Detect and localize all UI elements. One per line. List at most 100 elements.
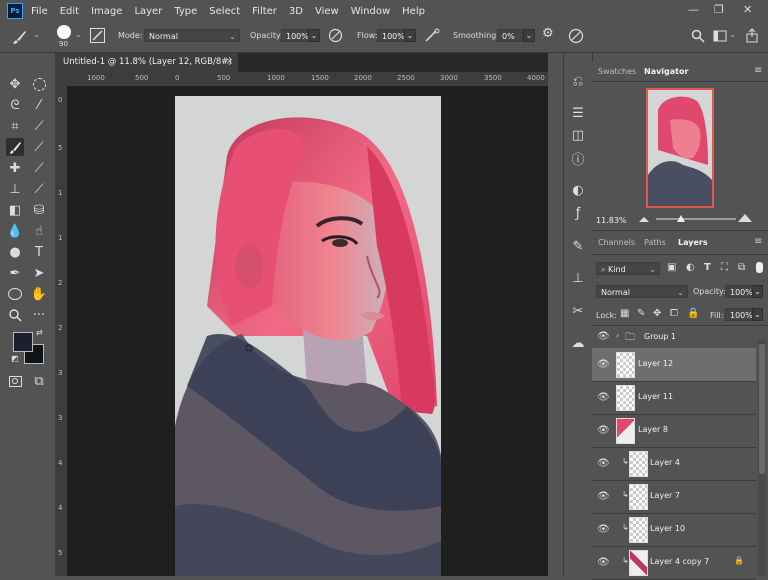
paint-bucket-tool-icon[interactable]: ⛁ bbox=[30, 201, 48, 219]
crop-tool-icon[interactable]: ⌗ bbox=[6, 117, 24, 135]
info-icon[interactable]: ⓘ bbox=[568, 148, 588, 168]
blur-tool-icon[interactable]: 💧 bbox=[6, 222, 24, 240]
menu-filter[interactable]: Filter bbox=[252, 6, 277, 17]
visibility-eye-icon[interactable]: 👁 bbox=[597, 359, 610, 370]
properties-panel-icon[interactable]: ◫ bbox=[568, 125, 588, 145]
flow-input[interactable]: 100% bbox=[377, 29, 405, 42]
pressure-size-icon[interactable] bbox=[568, 28, 584, 44]
portrait-artwork[interactable] bbox=[67, 86, 548, 576]
tab-paths[interactable]: Paths bbox=[644, 238, 666, 247]
zoom-slider-thumb[interactable] bbox=[677, 215, 685, 223]
eraser-tool-icon[interactable]: ◧ bbox=[6, 201, 24, 219]
screen-mode-icon[interactable]: ⧉ bbox=[30, 372, 48, 390]
menu-type[interactable]: Type bbox=[174, 6, 197, 17]
zoom-slider[interactable] bbox=[656, 218, 736, 220]
layer-opacity-input[interactable]: 100% bbox=[725, 285, 753, 298]
chevron-down-icon[interactable]: ⌄ bbox=[33, 30, 40, 39]
lock-all-icon[interactable]: 🔒 bbox=[687, 308, 699, 319]
canvas-viewport[interactable] bbox=[67, 86, 548, 576]
dodge-tool-icon[interactable]: ● bbox=[6, 243, 24, 261]
visibility-eye-icon[interactable]: 👁 bbox=[597, 392, 610, 403]
quick-mask-icon[interactable] bbox=[6, 372, 24, 390]
menu-file[interactable]: File bbox=[31, 6, 48, 17]
chevron-down-icon[interactable]: ⌄ bbox=[729, 30, 736, 39]
opacity-input[interactable]: 100% bbox=[281, 29, 309, 42]
color-panel-icon[interactable]: ◐ bbox=[568, 180, 588, 200]
tool-presets-icon[interactable]: ✂ bbox=[568, 301, 588, 321]
fill-input[interactable]: 100% bbox=[725, 308, 753, 321]
healing-brush-tool-icon[interactable]: ✚ bbox=[6, 159, 24, 177]
styles-panel-icon[interactable]: ƒ bbox=[568, 203, 588, 223]
path-selection-tool-icon[interactable]: ➤ bbox=[30, 264, 48, 282]
workspace-icon[interactable] bbox=[713, 30, 729, 42]
tab-navigator[interactable]: Navigator bbox=[644, 67, 688, 76]
ruler-origin[interactable] bbox=[55, 72, 67, 86]
filter-toggle[interactable] bbox=[756, 262, 763, 273]
horizontal-ruler[interactable]: 1000 500 0 500 1000 1500 2000 2500 3000 … bbox=[67, 72, 548, 87]
brush-tool-icon[interactable] bbox=[6, 138, 24, 156]
scrollbar-thumb[interactable] bbox=[759, 344, 765, 474]
swap-colors-icon[interactable]: ⇄ bbox=[36, 328, 43, 337]
magic-wand-tool-icon[interactable]: ⁄ bbox=[30, 96, 48, 114]
default-colors-icon[interactable]: ◩ bbox=[11, 354, 19, 363]
minimize-button[interactable]: — bbox=[688, 3, 699, 16]
filter-smart-object-icon[interactable]: ⧉ bbox=[738, 262, 745, 273]
lock-artboard-icon[interactable]: ⧠ bbox=[670, 308, 678, 319]
zoom-in-icon[interactable] bbox=[737, 213, 753, 223]
layer-row[interactable]: 👁 ↳ Layer 4 bbox=[592, 447, 756, 481]
chevron-down-icon[interactable]: ⌄ bbox=[75, 30, 82, 39]
menu-help[interactable]: Help bbox=[402, 6, 425, 17]
lock-transparent-icon[interactable]: ▦ bbox=[620, 308, 629, 319]
layer-row-selected[interactable]: 👁 Layer 12 bbox=[592, 348, 756, 382]
zoom-out-icon[interactable] bbox=[638, 215, 650, 223]
smudge-tool-icon[interactable]: ☝ bbox=[30, 222, 48, 240]
visibility-eye-icon[interactable]: 👁 bbox=[597, 557, 610, 568]
gear-icon[interactable]: ⚙ bbox=[542, 26, 554, 41]
airbrush-icon[interactable] bbox=[424, 28, 440, 43]
menu-select[interactable]: Select bbox=[209, 6, 240, 17]
opacity-dropdown[interactable]: ⌄ bbox=[308, 29, 320, 42]
brush-preset-icon[interactable] bbox=[57, 25, 71, 39]
filter-pixel-icon[interactable]: ▣ bbox=[667, 262, 676, 273]
filter-type-icon[interactable]: T bbox=[704, 262, 711, 273]
history-brush-tool-icon[interactable]: ⟋ bbox=[30, 159, 48, 177]
layers-scrollbar[interactable] bbox=[758, 340, 766, 576]
menu-image[interactable]: Image bbox=[91, 6, 122, 17]
art-history-brush-tool-icon[interactable]: ⟋ bbox=[30, 180, 48, 198]
more-tools-icon[interactable]: ··· bbox=[30, 306, 48, 324]
visibility-eye-icon[interactable]: 👁 bbox=[597, 425, 610, 436]
layer-row[interactable]: 👁 Layer 11 bbox=[592, 381, 756, 415]
visibility-eye-icon[interactable]: 👁 bbox=[597, 458, 610, 469]
brush-tool-icon[interactable] bbox=[10, 29, 28, 45]
lock-position-icon[interactable]: ✥ bbox=[653, 308, 661, 319]
search-icon[interactable] bbox=[691, 29, 705, 43]
history-panel-icon[interactable]: ⎌ bbox=[568, 71, 588, 91]
lasso-tool-icon[interactable]: ᘓ bbox=[6, 96, 24, 114]
menu-3d[interactable]: 3D bbox=[289, 6, 303, 17]
menu-window[interactable]: Window bbox=[351, 6, 390, 17]
blend-mode-select[interactable]: Normal ⌄ bbox=[596, 285, 688, 298]
eyedropper-tool-icon[interactable]: ⟋ bbox=[30, 117, 48, 135]
brush-panel-toggle-icon[interactable] bbox=[90, 28, 105, 43]
libraries-icon[interactable]: ☁ bbox=[568, 333, 588, 353]
visibility-eye-icon[interactable]: 👁 bbox=[597, 331, 610, 342]
pressure-opacity-icon[interactable] bbox=[328, 28, 343, 43]
visibility-eye-icon[interactable]: 👁 bbox=[597, 524, 610, 535]
layer-row[interactable]: 👁 ↳ Layer 4 copy 7 🔒 bbox=[592, 546, 756, 580]
menu-view[interactable]: View bbox=[315, 6, 339, 17]
filter-adjustment-icon[interactable]: ◐ bbox=[686, 262, 695, 273]
layer-row[interactable]: 👁 ↳ Layer 10 bbox=[592, 513, 756, 547]
brush-settings-icon[interactable]: ✎ bbox=[568, 236, 588, 256]
tab-channels[interactable]: Channels bbox=[598, 238, 635, 247]
smoothing-dropdown[interactable]: ⌄ bbox=[523, 29, 535, 42]
navigator-preview[interactable] bbox=[646, 88, 714, 208]
menu-layer[interactable]: Layer bbox=[134, 6, 162, 17]
ellipse-tool-icon[interactable] bbox=[6, 285, 24, 303]
flow-dropdown[interactable]: ⌄ bbox=[404, 29, 416, 42]
foreground-color-swatch[interactable] bbox=[13, 332, 33, 352]
layer-row-group[interactable]: 👁 › 🗀 Group 1 bbox=[592, 326, 756, 349]
move-tool-icon[interactable]: ✥ bbox=[6, 75, 24, 93]
layer-filter-select[interactable]: ⌕ Kind ⌄ bbox=[596, 262, 660, 275]
menu-edit[interactable]: Edit bbox=[60, 6, 79, 17]
pen-tool-icon[interactable]: ✒ bbox=[6, 264, 24, 282]
